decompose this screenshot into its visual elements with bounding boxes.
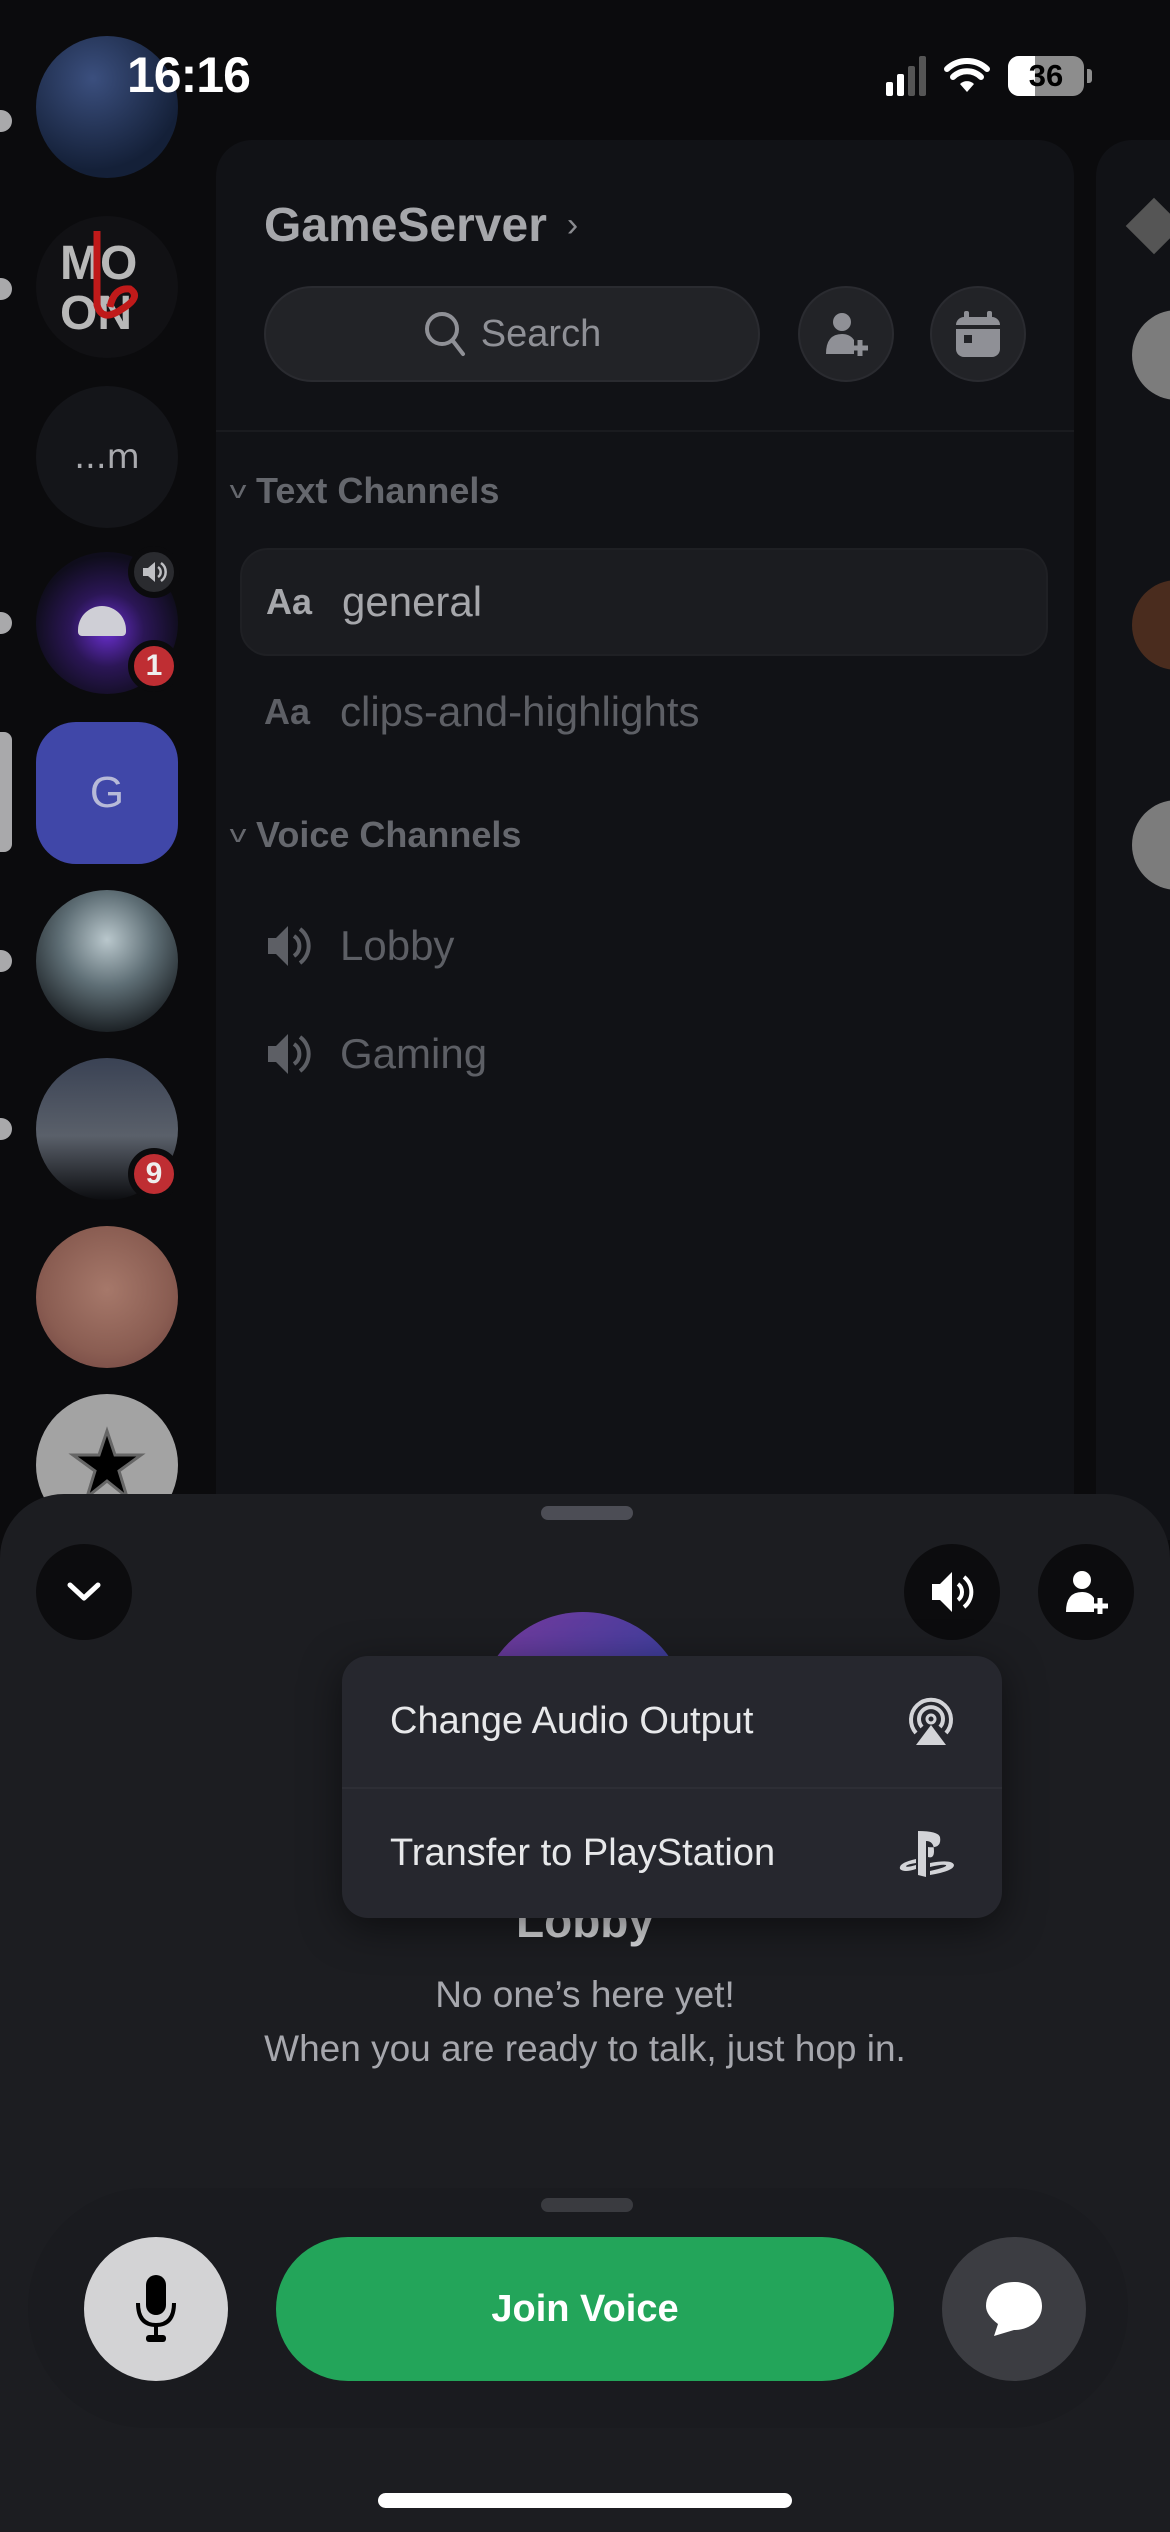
server-icon-label: ...m [74,437,140,477]
search-icon [424,312,465,356]
channel-clips-and-highlights[interactable]: Aa clips-and-highlights [240,658,1048,766]
playstation-icon [899,1830,954,1877]
mention-badge: 9 [128,1148,180,1200]
chevron-down-icon: v [229,477,247,504]
category-label: Text Channels [256,470,500,511]
server-icon-label: G [89,768,125,817]
category-label: Voice Channels [256,814,522,855]
cellular-signal-icon [886,56,926,96]
menu-item-transfer-to-playstation[interactable]: Transfer to PlayStation [342,1787,1002,1918]
speaker-icon [268,1034,311,1074]
selected-server-pill [0,732,12,852]
mention-badge: 1 [128,640,180,692]
battery-tip [1087,69,1092,83]
audio-output-button[interactable] [904,1544,1000,1640]
unread-pill [0,612,12,634]
speaker-icon [932,1572,974,1612]
server-icon-girl-avatar[interactable] [36,1226,178,1368]
collapse-sheet-button[interactable] [36,1544,132,1640]
member-avatar [1132,580,1170,670]
chevron-down-icon [67,1582,101,1601]
channel-label: clips-and-highlights [340,688,700,735]
back-arrow-icon [1125,197,1170,255]
events-button[interactable] [930,286,1026,382]
channel-label: Gaming [340,1030,488,1077]
empty-state-subtitle: When you are ready to talk, just hop in. [264,2028,906,2069]
chevron-down-icon: v [229,821,247,848]
invite-members-button[interactable] [798,286,894,382]
chevron-right-icon: › [566,206,579,244]
server-icon-ellipsis-m[interactable]: ...m [36,386,178,528]
unread-pill [0,1118,12,1140]
battery-icon: 36 [1008,56,1084,96]
microphone-icon [136,2275,176,2342]
wifi-icon [944,58,990,92]
category-text-channels[interactable]: v Text Channels [229,470,500,512]
voice-active-badge [128,546,180,598]
status-time: 16:16 [127,47,251,103]
member-panel-peek [1096,140,1170,1540]
unread-pill [0,278,12,300]
sheet-grabber[interactable] [541,1506,633,1520]
unread-pill [0,950,12,972]
open-chat-button[interactable] [942,2237,1086,2381]
add-user-icon [1066,1571,1108,1614]
status-bar: 16:16 36 [0,0,1170,150]
home-indicator[interactable] [378,2493,792,2508]
search-placeholder: Search [480,312,602,355]
chat-bubble-icon [986,2282,1042,2336]
status-icons: 36 [886,56,1092,96]
category-voice-channels[interactable]: v Voice Channels [229,814,522,856]
moon-logo-icon: MO ON [60,231,138,340]
server-header[interactable]: GameServer › [264,198,578,253]
airplay-icon [909,1697,953,1745]
star-icon [68,1426,146,1502]
menu-item-label: Transfer to PlayStation [390,1832,776,1874]
menu-item-label: Change Audio Output [390,1700,754,1742]
channel-label: general [342,578,483,625]
add-user-icon [826,313,868,356]
member-avatar [1132,310,1170,400]
calendar-icon [956,311,1000,357]
server-name: GameServer [264,199,547,252]
microphone-button[interactable] [84,2237,228,2381]
member-avatar [1132,800,1170,890]
invite-to-voice-button[interactable] [1038,1544,1134,1640]
channel-gaming[interactable]: Gaming [240,1000,1048,1108]
empty-state-title: No one’s here yet! [435,1974,735,2015]
server-rail: MO ON ...m 1 G 9 [0,0,215,1536]
text-channel-icon: Aa [264,691,311,732]
search-button[interactable]: Search [264,286,760,382]
header-divider [216,430,1074,432]
channel-label: Lobby [340,922,455,969]
audio-options-menu: Change Audio Output Transfer to PlayStat… [342,1656,1002,1918]
speaker-icon [143,561,167,583]
channel-general[interactable]: Aa general [240,548,1048,656]
text-channel-icon: Aa [266,581,313,622]
menu-item-change-audio-output[interactable]: Change Audio Output [342,1656,1002,1787]
join-voice-button[interactable]: Join Voice [276,2237,894,2381]
battery-level: 36 [1028,58,1064,93]
speaker-icon [268,926,311,966]
controls-grabber[interactable] [541,2198,633,2212]
server-icon-anime-hand[interactable] [36,890,178,1032]
channel-panel: GameServer › Search v Text Channels Aa g… [216,140,1074,1540]
server-icon-moon[interactable]: MO ON [36,216,178,358]
server-icon-gameserver[interactable]: G [36,722,178,864]
channel-lobby[interactable]: Lobby [240,892,1048,1000]
